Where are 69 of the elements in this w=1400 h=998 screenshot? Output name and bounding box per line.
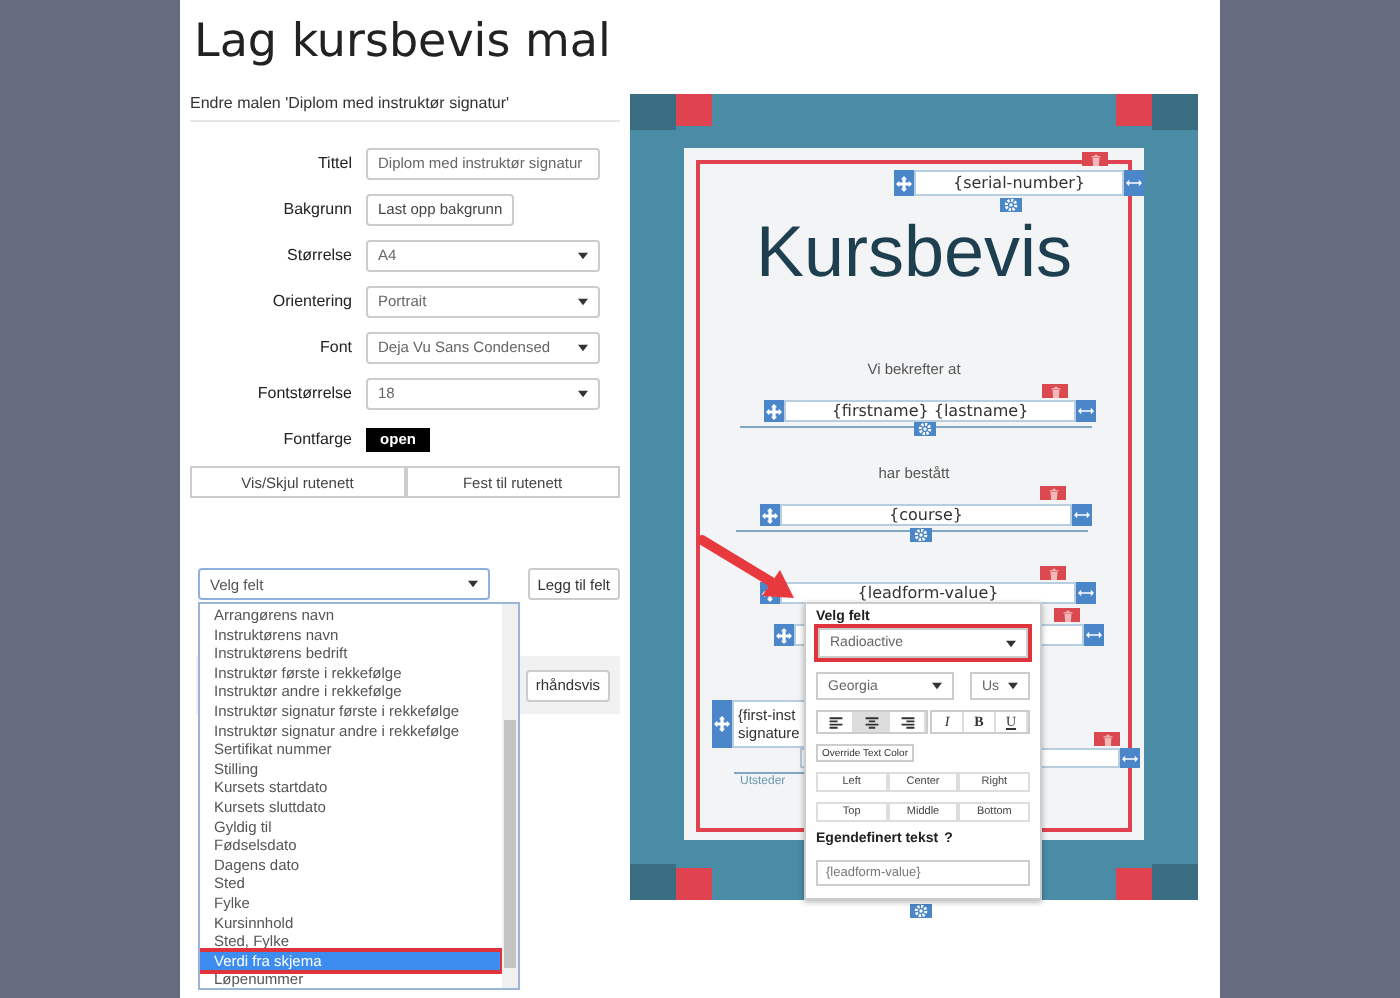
resize-handle[interactable] [1120, 748, 1140, 768]
delete-button[interactable] [1054, 608, 1080, 622]
move-handle[interactable] [894, 170, 914, 196]
page-title: Lag kursbevis mal [192, 14, 613, 72]
move-icon [762, 507, 778, 523]
field-label: Bakgrunn [281, 200, 354, 218]
settings-button[interactable] [910, 528, 932, 542]
resize-icon [1126, 178, 1142, 188]
corner-handle[interactable] [1152, 864, 1198, 900]
corner-handle[interactable] [1152, 94, 1198, 130]
caret-icon [578, 343, 588, 351]
caret-icon [1006, 639, 1016, 647]
field-label: Tittel [315, 154, 354, 172]
resize-handle[interactable] [1124, 170, 1144, 196]
align-icon [863, 715, 879, 729]
form-heading: Endre malen 'Diplom med instruktør signatur' [190, 94, 620, 122]
resize-handle[interactable] [1084, 624, 1104, 646]
move-handle[interactable] [764, 400, 784, 422]
caret-icon [932, 682, 942, 690]
field-label: Orientering [270, 292, 354, 310]
settings-button[interactable] [910, 904, 932, 918]
settings-icon [914, 904, 928, 918]
delete-button[interactable] [1094, 732, 1120, 746]
placeholder-field[interactable]: {leadform-value} [780, 582, 1076, 604]
settings-button[interactable] [914, 422, 936, 436]
settings-icon [914, 528, 928, 542]
caret-icon [468, 580, 478, 588]
settings-icon [1004, 198, 1018, 212]
corner-handle[interactable] [630, 864, 676, 900]
resize-handle[interactable] [1076, 400, 1096, 422]
placeholder-field[interactable]: {firstname} {lastname} [784, 400, 1076, 422]
trash-icon [1047, 567, 1059, 579]
caret-icon [578, 389, 588, 397]
resize-handle[interactable] [1076, 582, 1096, 604]
caret-icon [578, 297, 588, 305]
caret-icon [578, 251, 588, 259]
move-handle[interactable] [774, 624, 794, 646]
delete-button[interactable] [1040, 566, 1066, 580]
delete-button[interactable] [1042, 384, 1068, 398]
caret-icon [1008, 682, 1018, 690]
align-icon [827, 715, 843, 729]
field-label: Fontfarge [281, 430, 354, 448]
settings-icon [918, 422, 932, 436]
field-label: Størrelse [285, 246, 354, 264]
align-icon [899, 715, 915, 729]
field-label: Fontstørrelse [255, 384, 354, 402]
placeholder-field[interactable]: {serial-number} [914, 170, 1124, 196]
resize-icon [1078, 406, 1094, 416]
corner-handle[interactable] [630, 94, 676, 130]
trash-icon [1047, 487, 1059, 499]
resize-icon [1078, 588, 1094, 598]
delete-button[interactable] [1040, 486, 1066, 500]
align-button[interactable] [854, 712, 890, 732]
resize-handle[interactable] [1072, 504, 1092, 526]
trash-icon [1049, 385, 1061, 397]
scrollbar[interactable] [502, 604, 518, 988]
trash-icon [1089, 153, 1101, 165]
trash-icon [1101, 733, 1113, 745]
delete-button[interactable] [1082, 152, 1108, 166]
move-handle[interactable] [712, 700, 732, 748]
move-icon [766, 403, 782, 419]
field-label: Font [317, 338, 354, 356]
resize-icon [1074, 510, 1090, 520]
move-icon [896, 175, 912, 191]
certificate-title: Kursbevis [753, 214, 1075, 290]
placeholder-field[interactable]: {course} [780, 504, 1072, 526]
trash-icon [1061, 609, 1073, 621]
settings-button[interactable] [1000, 198, 1022, 212]
move-handle[interactable] [760, 504, 780, 526]
